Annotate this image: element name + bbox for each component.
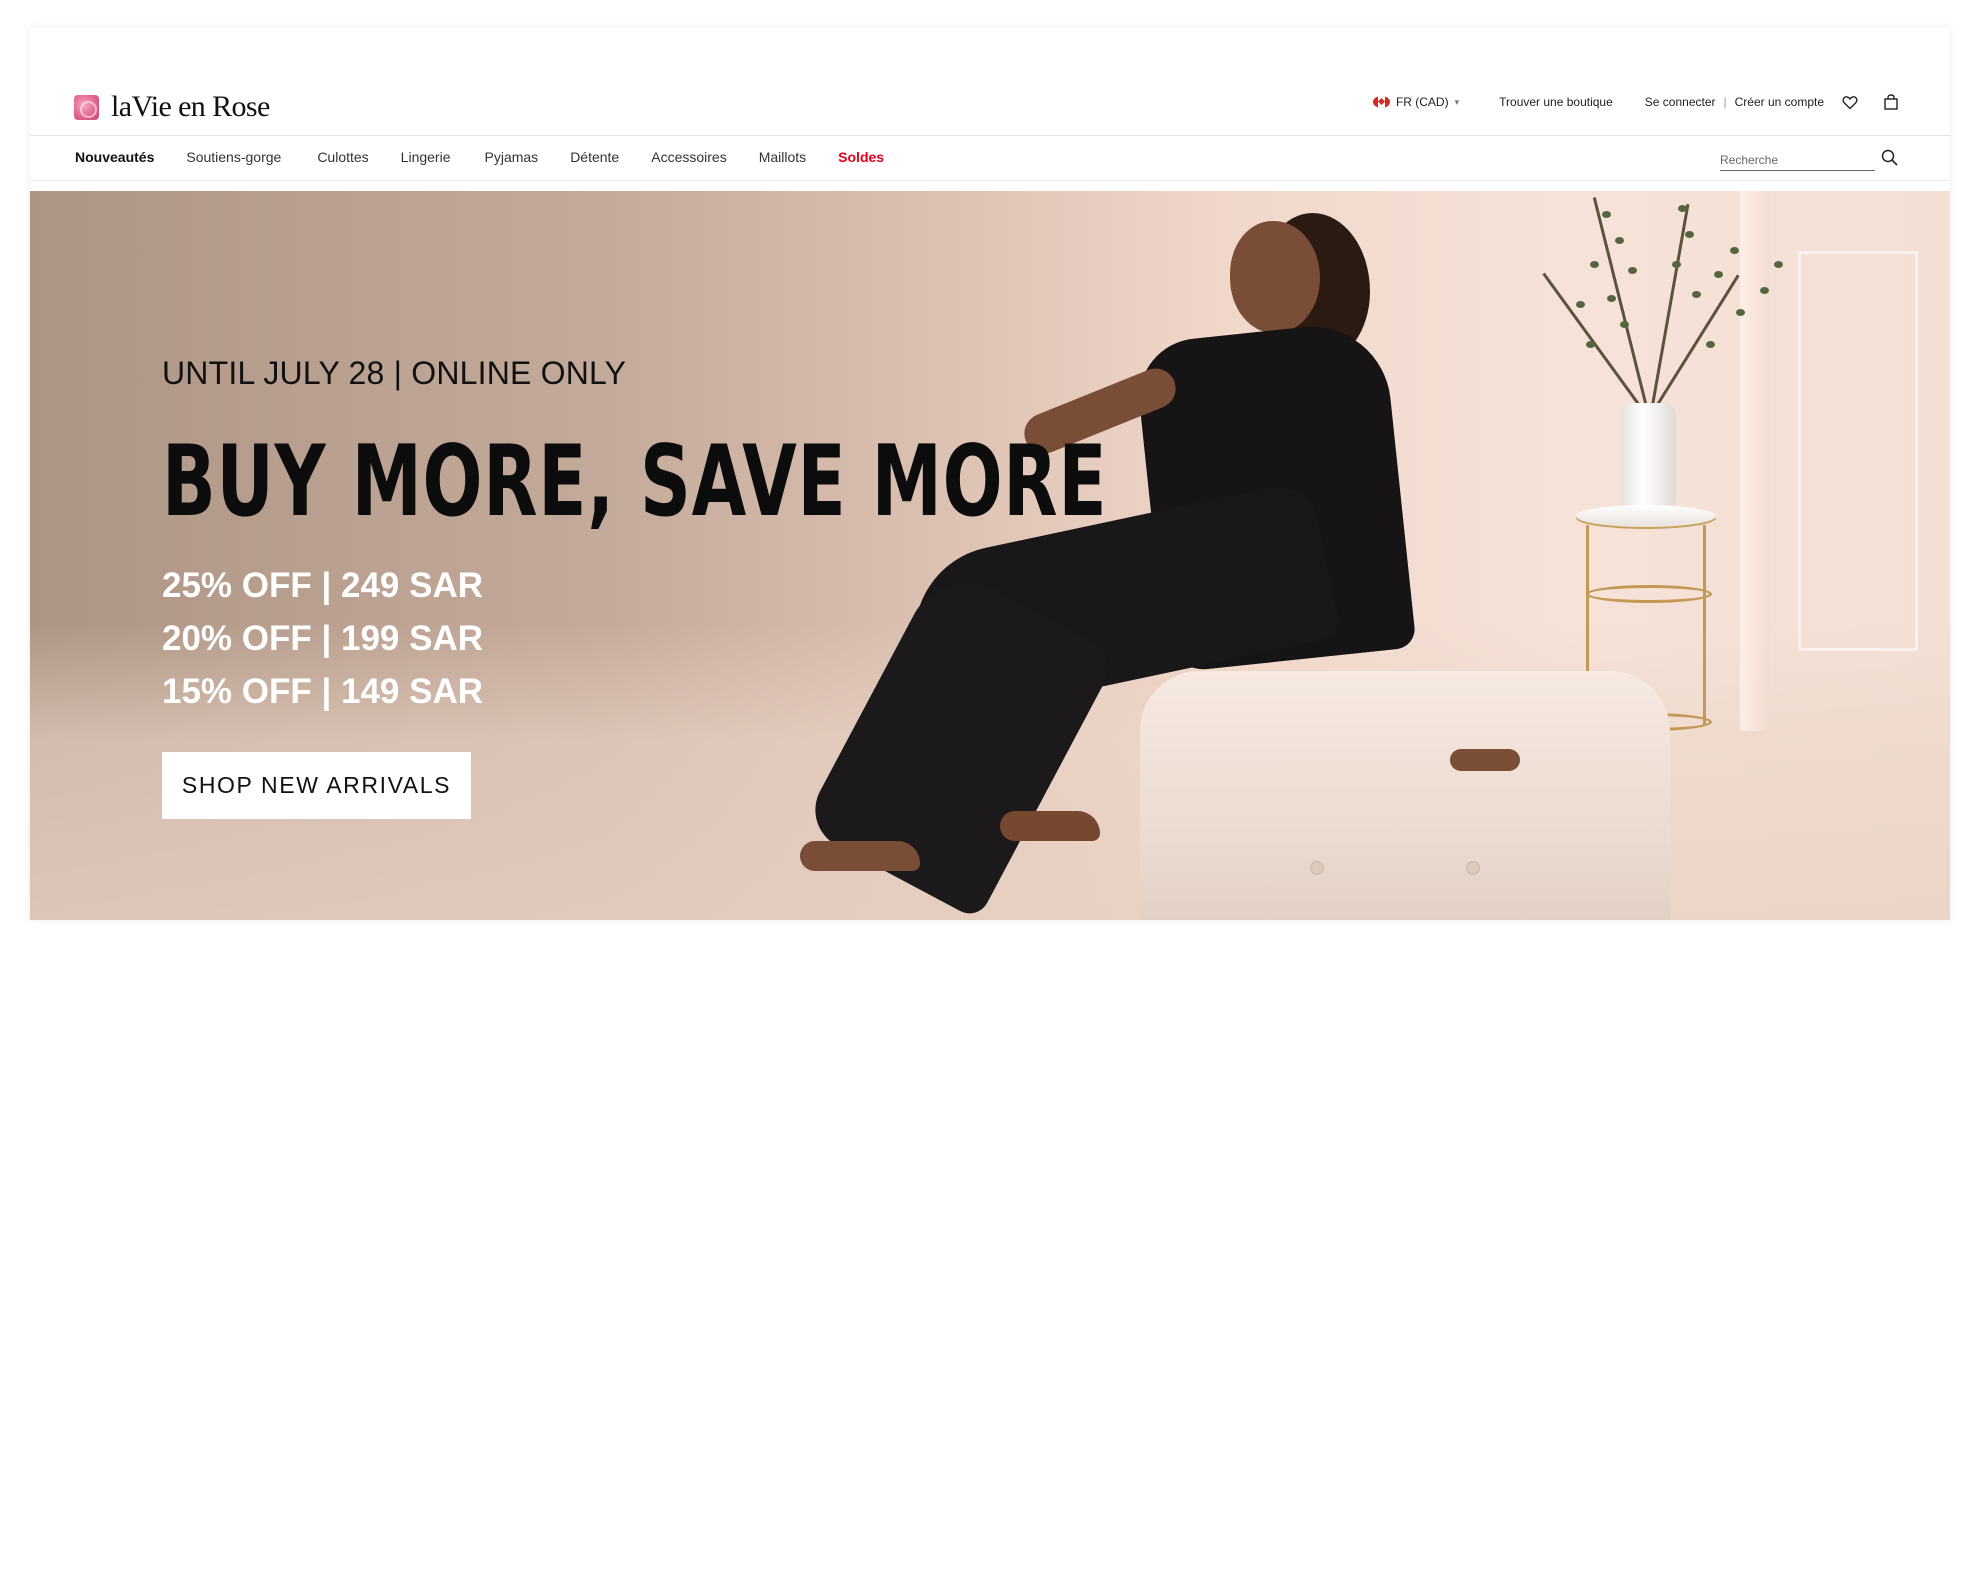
vase-image bbox=[1620, 403, 1676, 511]
nav-item-sale[interactable]: Soldes bbox=[838, 149, 884, 165]
offer-item: 25% OFF | 249 SAR bbox=[162, 566, 484, 605]
offer-item: 15% OFF | 149 SAR bbox=[162, 672, 484, 711]
search-box bbox=[1720, 149, 1898, 171]
top-header: laVie en Rose FR (CAD) ▾ Trouver une bou… bbox=[30, 28, 1950, 136]
sign-in-link[interactable]: Se connecter bbox=[1645, 95, 1716, 109]
nav-item-bras[interactable]: Soutiens-gorge bbox=[186, 149, 281, 165]
nav-item-lounge[interactable]: Détente bbox=[570, 149, 619, 165]
nav-list: Nouveautés Soutiens-gorge Culottes Linge… bbox=[75, 149, 916, 165]
shop-new-arrivals-button[interactable]: SHOP NEW ARRIVALS bbox=[162, 752, 471, 819]
store-finder-link[interactable]: Trouver une boutique bbox=[1499, 95, 1613, 109]
shopping-bag-icon[interactable] bbox=[1884, 94, 1898, 110]
main-nav: Nouveautés Soutiens-gorge Culottes Linge… bbox=[30, 137, 1950, 181]
promo-eyebrow: UNTIL JULY 28 | ONLINE ONLY bbox=[162, 355, 627, 391]
hero-wall-edge bbox=[1740, 191, 1770, 731]
chevron-down-icon: ▾ bbox=[1454, 96, 1460, 107]
brand-logo[interactable]: laVie en Rose bbox=[74, 90, 270, 124]
nav-item-pajamas[interactable]: Pyjamas bbox=[485, 149, 539, 165]
utility-bar: FR (CAD) ▾ Trouver une boutique Se conne… bbox=[1372, 94, 1898, 110]
nav-item-panties[interactable]: Culottes bbox=[317, 149, 368, 165]
nav-item-accessories[interactable]: Accessoires bbox=[651, 149, 726, 165]
rose-logo-icon bbox=[74, 94, 99, 120]
offer-item: 20% OFF | 199 SAR bbox=[162, 619, 484, 658]
hero-wall-panel bbox=[1798, 251, 1918, 651]
hero-banner: UNTIL JULY 28 | ONLINE ONLY BUY MORE, SA… bbox=[30, 191, 1950, 920]
locale-selector[interactable]: FR (CAD) ▾ bbox=[1372, 95, 1460, 109]
brand-name: laVie en Rose bbox=[111, 90, 270, 123]
search-icon[interactable] bbox=[1881, 149, 1898, 171]
heart-icon[interactable] bbox=[1842, 95, 1858, 110]
nav-item-lingerie[interactable]: Lingerie bbox=[401, 149, 451, 165]
search-input[interactable] bbox=[1720, 153, 1875, 171]
page-frame: laVie en Rose FR (CAD) ▾ Trouver une bou… bbox=[30, 28, 1950, 920]
locale-label: FR (CAD) bbox=[1395, 95, 1449, 109]
nav-item-swimwear[interactable]: Maillots bbox=[759, 149, 806, 165]
promo-headline: BUY MORE, SAVE MORE bbox=[162, 425, 1108, 539]
canada-flag-icon bbox=[1372, 96, 1390, 108]
account-separator: | bbox=[1723, 95, 1727, 109]
create-account-link[interactable]: Créer un compte bbox=[1735, 95, 1824, 109]
nav-item-new[interactable]: Nouveautés bbox=[75, 149, 154, 165]
offer-list: 25% OFF | 249 SAR 20% OFF | 199 SAR 15% … bbox=[162, 559, 483, 718]
side-table-top bbox=[1576, 505, 1716, 527]
model-image bbox=[790, 191, 1520, 920]
